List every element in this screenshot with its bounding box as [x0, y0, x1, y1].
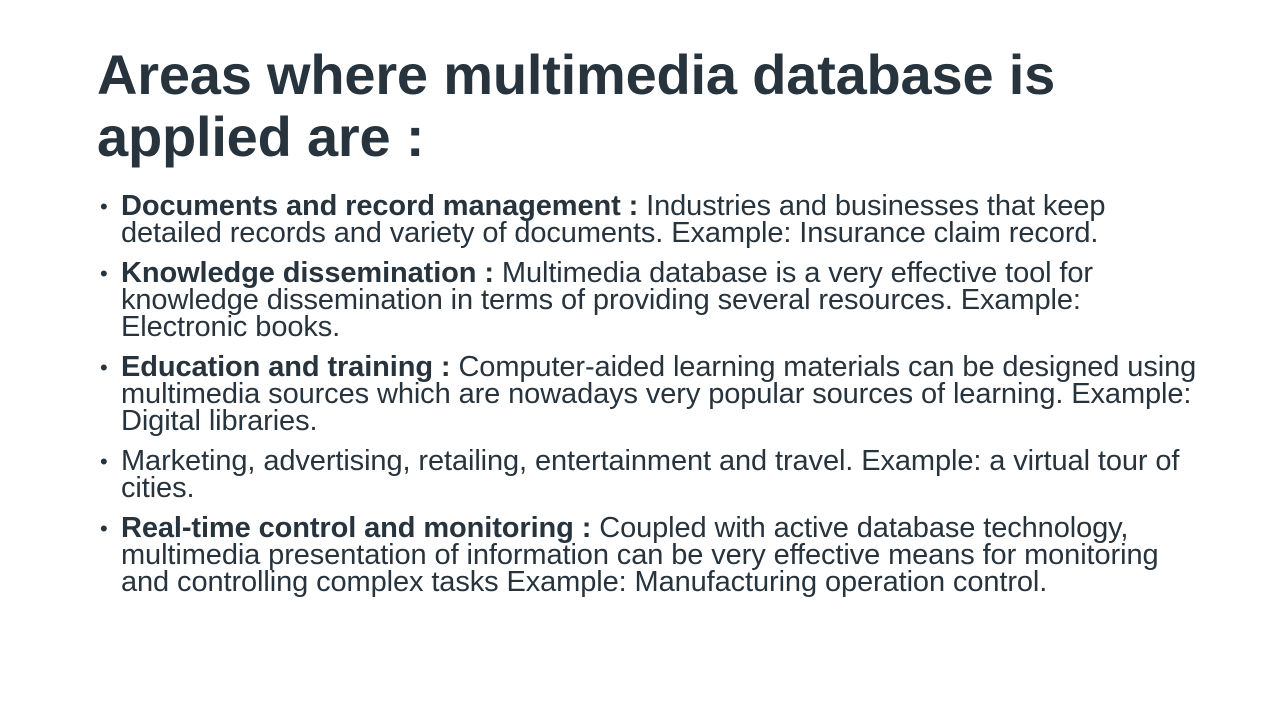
bullet-dot: • [100, 261, 108, 286]
bullet-dot: • [100, 355, 108, 380]
bullet-item: • Documents and record management : Indu… [100, 192, 1200, 248]
slide-title: Areas where multimedia database is appli… [97, 43, 1056, 168]
bullet-item: • Marketing, advertising, retailing, ent… [100, 445, 1200, 504]
slide: Areas where multimedia database is appli… [0, 0, 1280, 720]
bullet-dot: • [100, 449, 108, 474]
bullet-item: • Education and training : Computer-aide… [100, 353, 1200, 436]
bullet-item: • Knowledge dissemination : Multimedia d… [100, 259, 1200, 342]
bullet-dot: • [100, 516, 108, 541]
bullet-dot: • [100, 194, 108, 219]
bullet-item: • Real-time control and monitoring : Cou… [100, 514, 1200, 597]
bullet-text: Marketing, advertising, retailing, enter… [121, 445, 1180, 504]
bullet-list: • Documents and record management : Indu… [100, 192, 1200, 597]
